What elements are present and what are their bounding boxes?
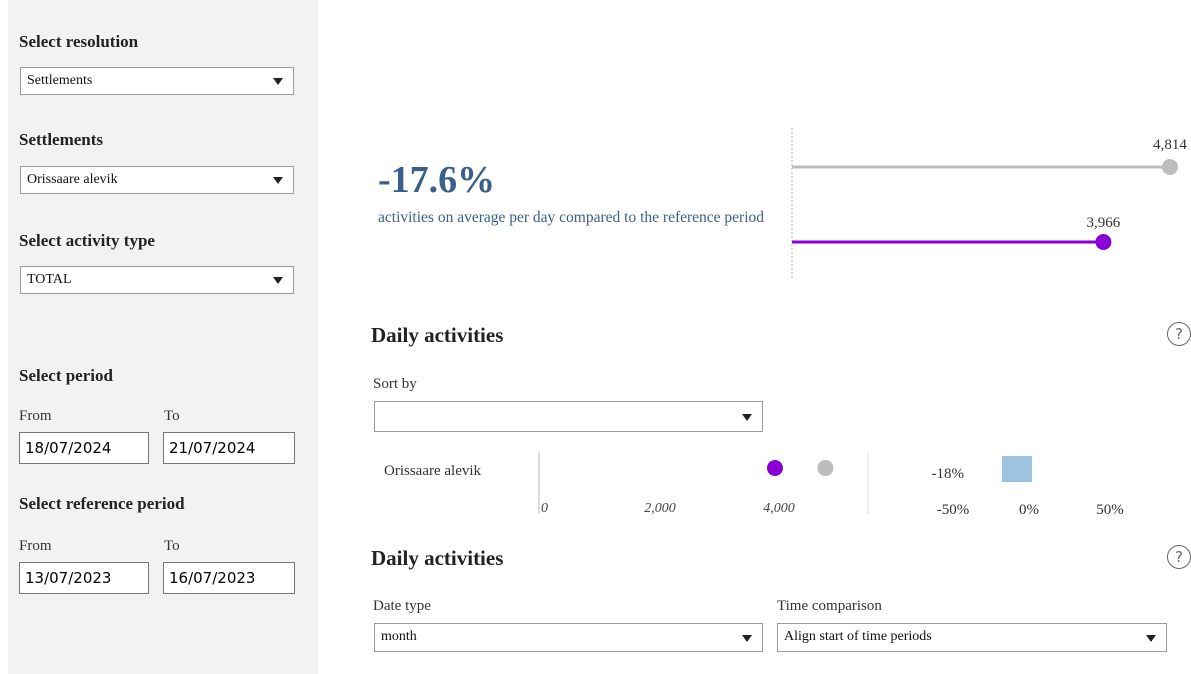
settlements-label: Settlements bbox=[19, 130, 104, 149]
period-to-label: To bbox=[164, 408, 180, 424]
settlements-select[interactable]: Orissaare alevik bbox=[20, 166, 294, 194]
current-value-label: 3,966 bbox=[1087, 215, 1121, 231]
reference-value-dot bbox=[1162, 159, 1178, 175]
pct-change-label: -18% bbox=[932, 466, 965, 482]
x-tick-label: 0 bbox=[541, 501, 548, 516]
date-type-select[interactable]: month bbox=[374, 623, 763, 652]
time-comparison-value: Align start of time periods bbox=[784, 629, 932, 644]
help-icon[interactable]: ? bbox=[1167, 545, 1191, 569]
change-percent: -17.6% bbox=[378, 159, 496, 201]
sort-by-label: Sort by bbox=[373, 376, 417, 392]
resolution-value: Settlements bbox=[27, 73, 93, 88]
current-value-dot bbox=[766, 460, 783, 476]
current-value-dot bbox=[1095, 234, 1112, 250]
sort-by-select[interactable] bbox=[374, 401, 763, 432]
chevron-down-icon bbox=[273, 177, 283, 184]
chevron-down-icon bbox=[273, 277, 283, 284]
reference-period-label: Select reference period bbox=[19, 494, 185, 513]
daily-activities-title: Daily activities bbox=[371, 323, 504, 347]
x-tick-label: 2,000 bbox=[644, 501, 676, 516]
daily-activities-chart: Orissaare alevik 0 2,000 4,000 -18% -50% 0%… bbox=[384, 452, 1124, 518]
date-type-value: month bbox=[381, 629, 417, 644]
time-comparison-label: Time comparison bbox=[777, 598, 882, 614]
date-type-label: Date type bbox=[373, 598, 431, 614]
ref-from-label: From bbox=[19, 538, 52, 554]
chevron-down-icon bbox=[742, 635, 752, 642]
settlements-value: Orissaare alevik bbox=[27, 172, 118, 187]
time-comparison-select[interactable]: Align start of time periods bbox=[777, 623, 1167, 652]
help-icon[interactable]: ? bbox=[1167, 322, 1191, 346]
row-label: Orissaare alevik bbox=[384, 463, 482, 479]
activity-type-value: TOTAL bbox=[27, 272, 72, 287]
chevron-down-icon bbox=[1146, 635, 1156, 642]
reference-value-label: 4,814 bbox=[1153, 137, 1187, 153]
reference-value-dot bbox=[817, 460, 834, 476]
x-tick-label: 4,000 bbox=[763, 501, 795, 516]
ref-to-input[interactable]: 16/07/2023 bbox=[163, 562, 295, 594]
pct-tick-label: 50% bbox=[1096, 502, 1124, 518]
ref-from-input[interactable]: 13/07/2023 bbox=[19, 562, 149, 594]
chevron-down-icon bbox=[273, 78, 283, 85]
filter-sidebar: Select resolution Settlements Settlement… bbox=[8, 0, 318, 674]
daily-activities-title-2: Daily activities bbox=[371, 546, 504, 570]
pct-tick-label: -50% bbox=[937, 502, 970, 518]
period-from-input[interactable]: 18/07/2024 bbox=[19, 432, 149, 464]
period-from-label: From bbox=[19, 408, 52, 424]
chevron-down-icon bbox=[742, 414, 752, 421]
summary-lollipop-chart: 4,814 3,966 bbox=[791, 128, 1187, 278]
pct-tick-label: 0% bbox=[1019, 502, 1039, 518]
ref-to-label: To bbox=[164, 538, 180, 554]
pct-change-bar bbox=[1002, 456, 1032, 482]
resolution-label: Select resolution bbox=[19, 32, 139, 51]
resolution-select[interactable]: Settlements bbox=[20, 67, 294, 95]
period-to-input[interactable]: 21/07/2024 bbox=[163, 432, 295, 464]
period-label: Select period bbox=[19, 366, 113, 385]
activity-type-label: Select activity type bbox=[19, 231, 155, 250]
change-description: activities on average per day compared t… bbox=[378, 209, 765, 226]
activity-type-select[interactable]: TOTAL bbox=[20, 266, 294, 294]
